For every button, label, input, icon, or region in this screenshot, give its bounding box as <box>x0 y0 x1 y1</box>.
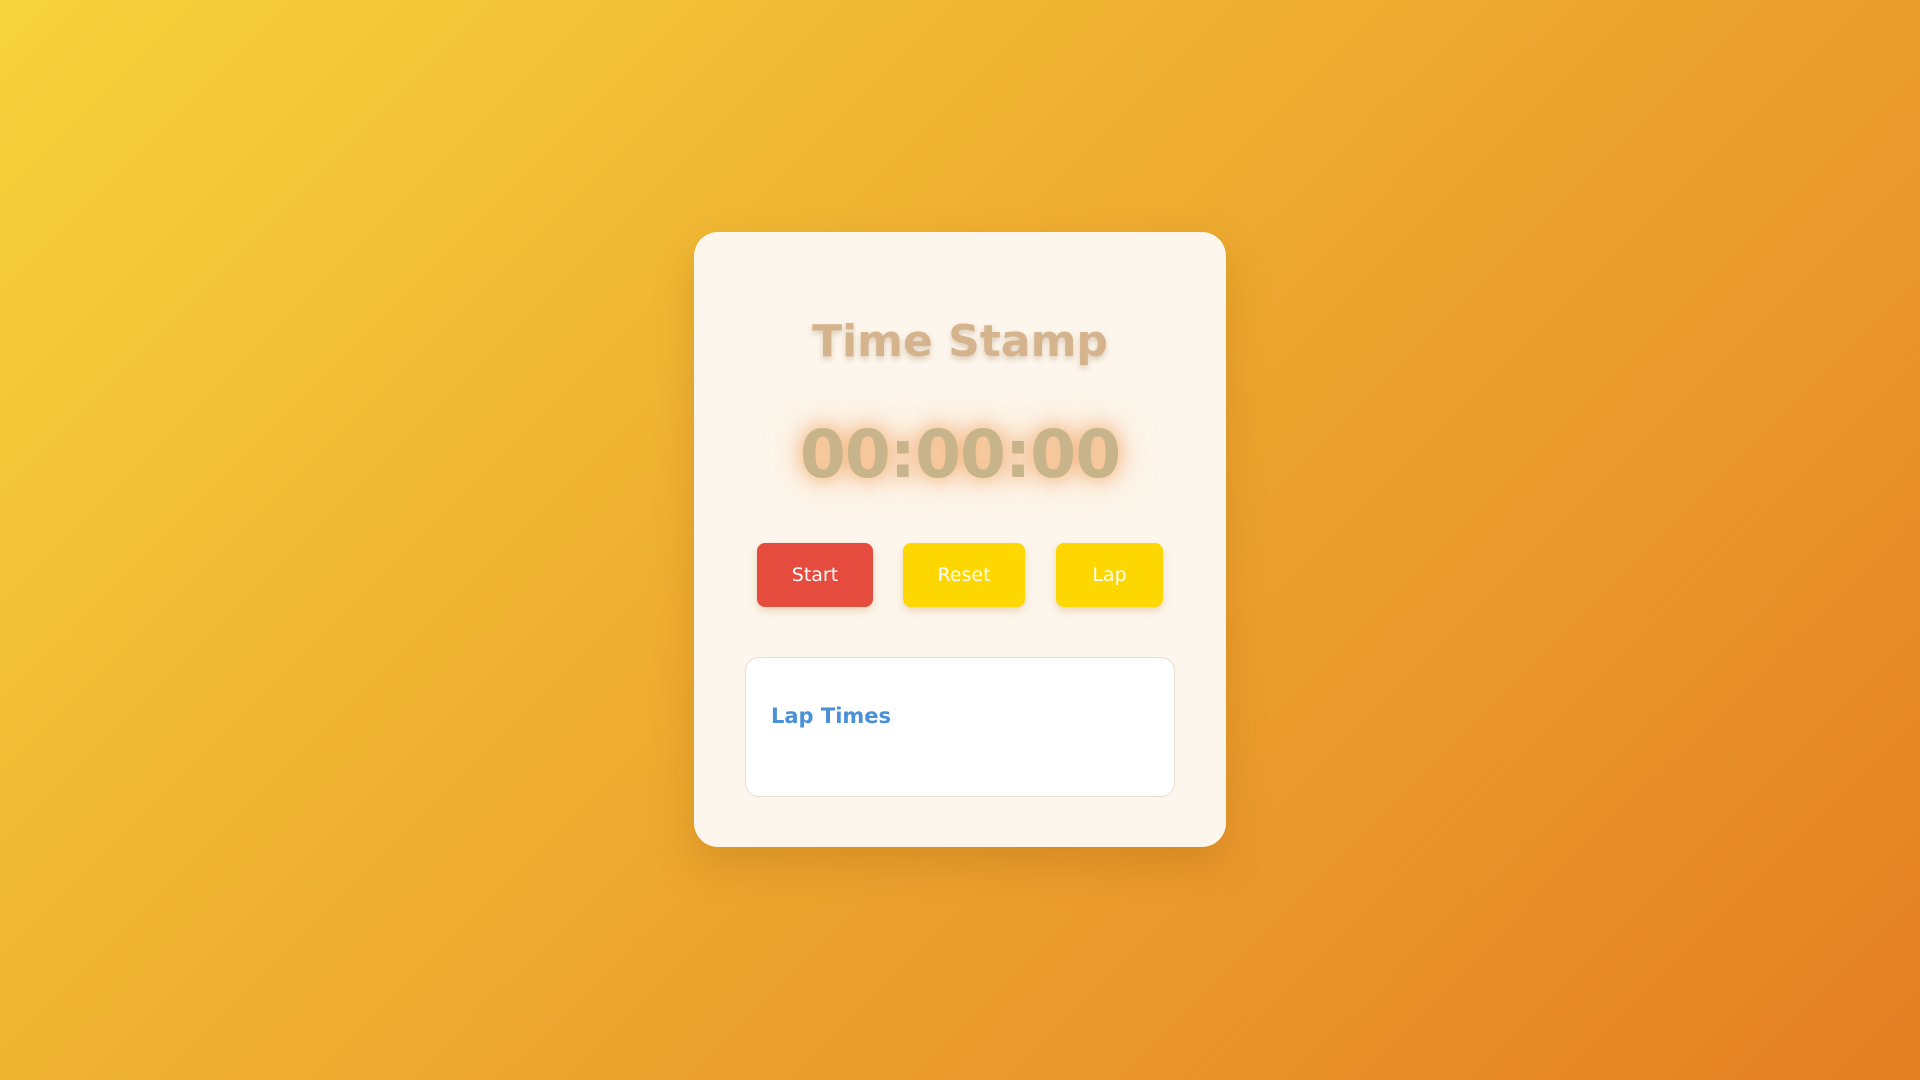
lap-times-heading: Lap Times <box>771 704 892 728</box>
lap-times-panel: Lap Times <box>745 657 1175 797</box>
lap-button[interactable]: Lap <box>1056 543 1163 607</box>
reset-button[interactable]: Reset <box>903 543 1025 607</box>
start-button[interactable]: Start <box>757 543 873 607</box>
app-title: Time Stamp <box>812 316 1108 367</box>
stopwatch-card: Time Stamp 00:00:00 Start Reset Lap Lap … <box>694 232 1226 847</box>
control-buttons: Start Reset Lap <box>694 543 1226 607</box>
timer-display: 00:00:00 <box>799 416 1121 493</box>
